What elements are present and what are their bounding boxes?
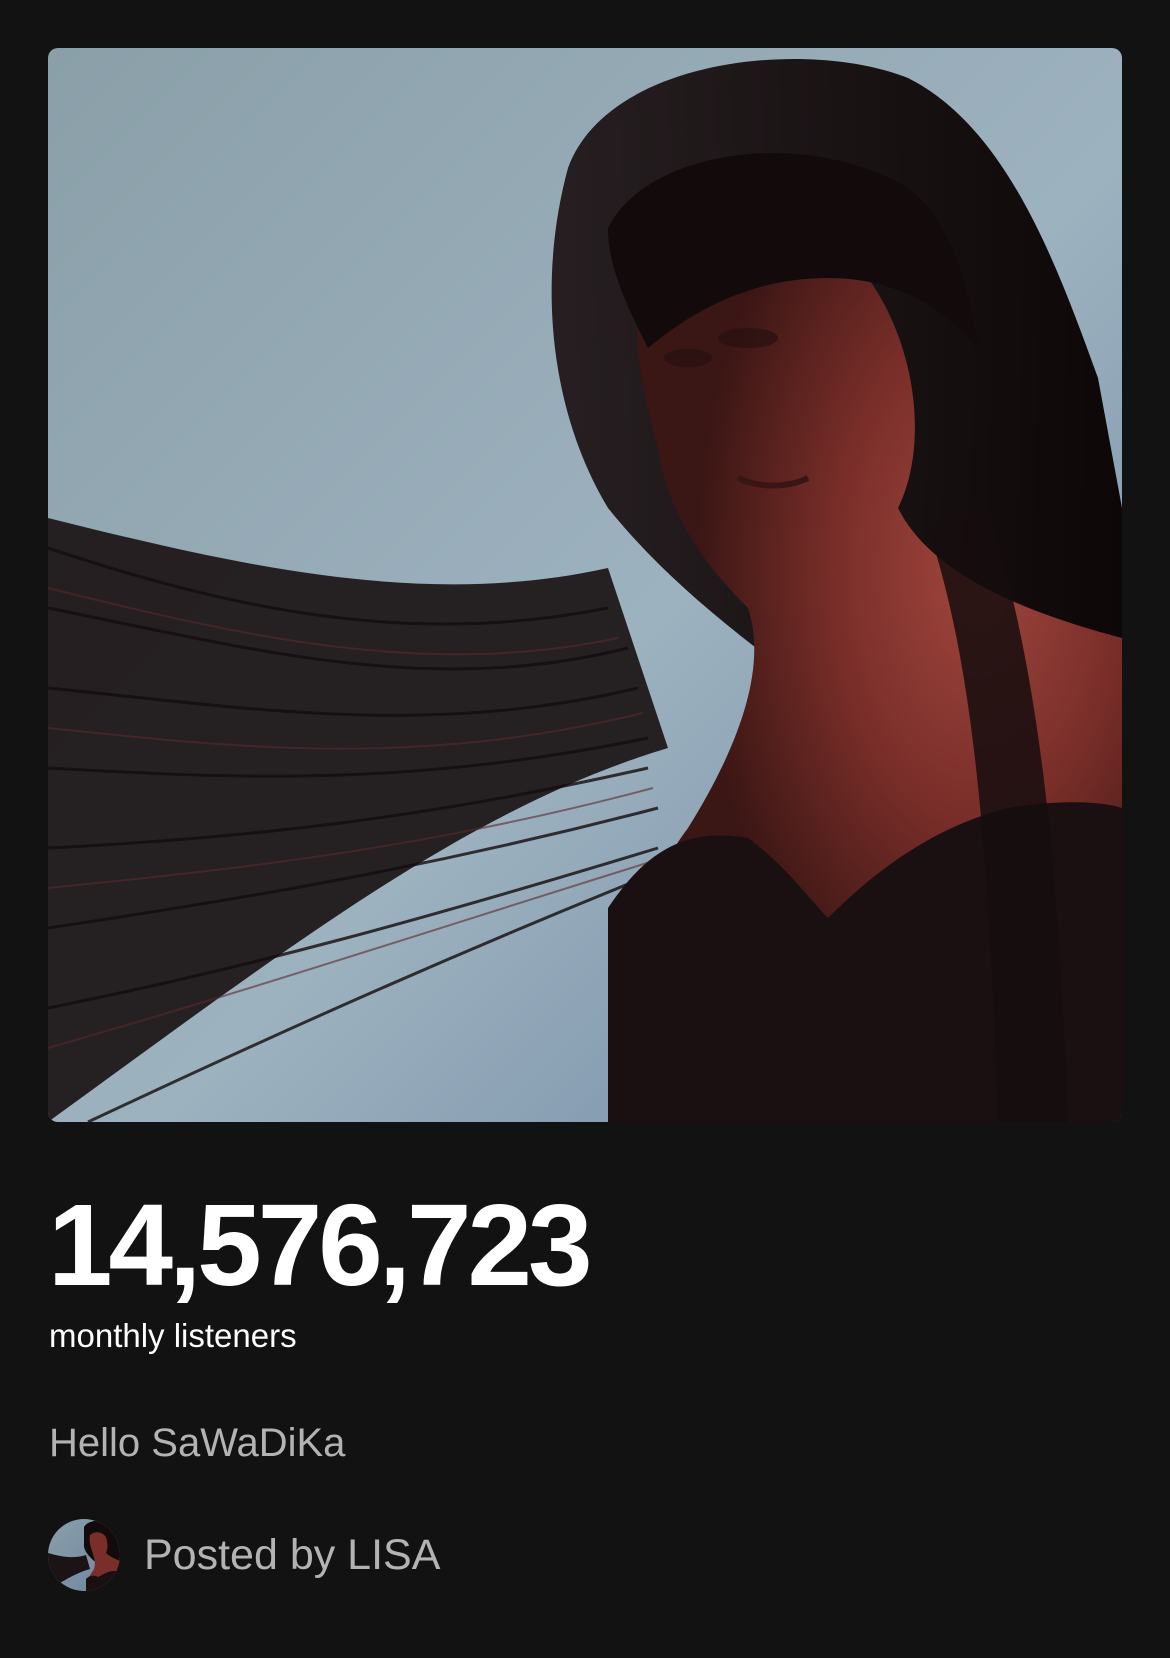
- artist-about-card: 14,576,723 monthly listeners Hello SaWaD…: [0, 0, 1170, 1658]
- posted-by-link[interactable]: Posted by LISA: [48, 1519, 440, 1591]
- monthly-listeners-count: 14,576,723: [48, 1180, 593, 1310]
- artist-bio: Hello SaWaDiKa: [49, 1421, 346, 1465]
- posted-by-label: Posted by LISA: [144, 1531, 441, 1579]
- avatar: [48, 1519, 120, 1591]
- monthly-listeners-label: monthly listeners: [49, 1317, 297, 1354]
- artist-portrait-image: [48, 48, 1122, 1122]
